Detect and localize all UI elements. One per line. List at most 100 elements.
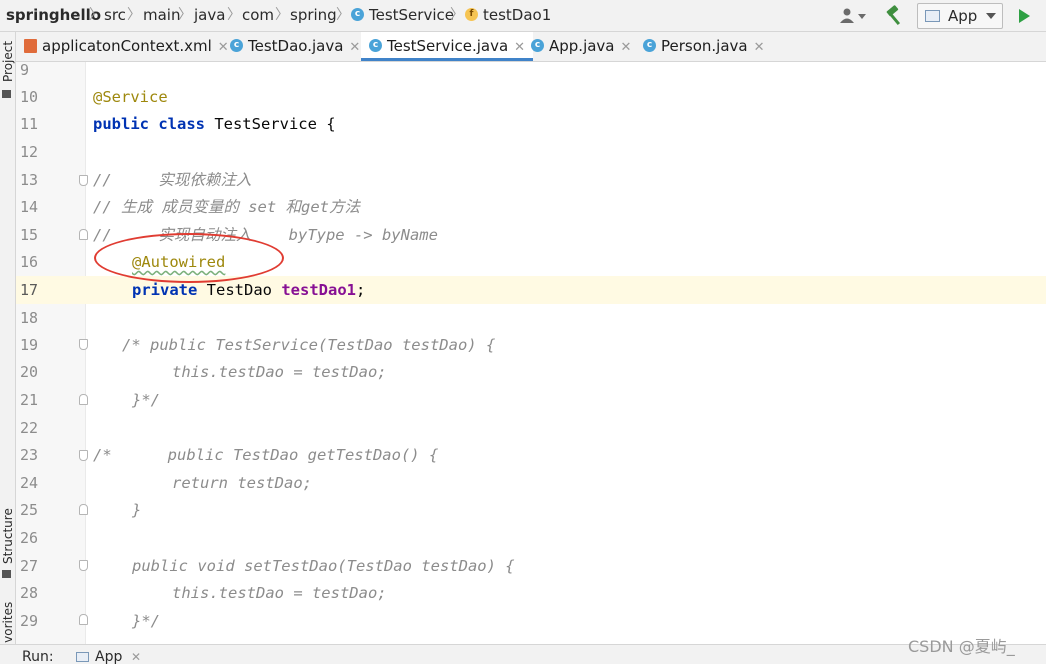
tab-label: TestService.java xyxy=(387,37,509,55)
breadcrumb-project[interactable]: springhello xyxy=(6,0,101,31)
structure-tool-button[interactable]: Structure xyxy=(1,508,15,564)
xml-file-icon xyxy=(24,38,37,53)
code-text: ; xyxy=(355,281,366,299)
close-icon[interactable]: ✕ xyxy=(754,40,765,55)
code-line-14: // 生成 成员变量的 set 和get方法 xyxy=(93,198,360,216)
line-number: 20 xyxy=(20,363,39,381)
breadcrumb-spring[interactable]: spring xyxy=(290,0,337,31)
code-line-19: /* public TestService(TestDao testDao) { xyxy=(122,336,496,354)
build-button[interactable] xyxy=(884,5,906,27)
breadcrumb-field-label: testDao1 xyxy=(483,6,552,24)
editor-tab-bar: applicatonContext.xml ✕ c TestDao.java ✕ cT… xyxy=(16,32,1046,62)
breadcrumb-com[interactable]: com xyxy=(242,0,274,31)
run-label: Run: xyxy=(22,649,54,665)
line-number: 13 xyxy=(20,171,39,189)
tab-label: TestDao.java xyxy=(248,37,344,55)
tab-label: applicatonContext.xml xyxy=(42,37,212,55)
fold-marker-icon[interactable] xyxy=(79,560,88,571)
tab-testdao-java[interactable]: c TestDao.java ✕ xyxy=(230,32,360,61)
keyword: private xyxy=(132,281,198,299)
code-line-28: this.testDao = testDao; xyxy=(172,584,387,602)
breadcrumb-separator: 〉 xyxy=(89,7,103,23)
code-line-29: }*/ xyxy=(132,612,160,630)
fold-marker-icon[interactable] xyxy=(79,450,88,461)
breadcrumb-separator: 〉 xyxy=(275,7,289,23)
fold-marker-icon[interactable] xyxy=(79,394,88,405)
close-icon[interactable]: ✕ xyxy=(514,40,525,55)
fold-marker-icon[interactable] xyxy=(79,339,88,350)
line-number: 18 xyxy=(20,309,39,327)
line-number: 27 xyxy=(20,557,39,575)
code-line-21: }*/ xyxy=(132,391,160,409)
code-line-23: /* public TestDao getTestDao() { xyxy=(93,446,439,464)
line-number: 28 xyxy=(20,584,39,602)
line-number: 10 xyxy=(20,88,39,106)
line-number: 19 xyxy=(20,336,39,354)
code-line-27: public void setTestDao(TestDao testDao) … xyxy=(132,557,515,575)
fold-marker-icon[interactable] xyxy=(79,229,88,240)
breadcrumb-src[interactable]: src xyxy=(104,0,126,31)
code-line-11: public class TestService { xyxy=(93,110,336,138)
line-number: 26 xyxy=(20,529,39,547)
fold-marker-icon[interactable] xyxy=(79,614,88,625)
close-icon[interactable]: ✕ xyxy=(621,40,632,55)
code-text: TestService { xyxy=(204,115,336,133)
line-number: 9 xyxy=(20,61,30,79)
field-icon: f xyxy=(465,8,478,21)
user-menu-button[interactable] xyxy=(838,6,868,26)
class-icon: c xyxy=(351,8,364,21)
tab-label: Person.java xyxy=(661,37,748,55)
tab-label: App.java xyxy=(549,37,615,55)
project-tool-button[interactable]: Project xyxy=(1,41,15,82)
application-icon xyxy=(76,652,89,662)
class-icon: c xyxy=(369,39,382,52)
breadcrumb-separator: 〉 xyxy=(336,7,350,23)
line-number: 16 xyxy=(20,253,39,271)
line-number: 21 xyxy=(20,391,39,409)
line-number: 22 xyxy=(20,419,39,437)
fold-marker-icon[interactable] xyxy=(79,504,88,515)
chevron-down-icon xyxy=(986,13,996,19)
field-name: testDao1 xyxy=(281,281,356,299)
tab-person-java[interactable]: c Person.java ✕ xyxy=(643,32,765,61)
line-number: 14 xyxy=(20,198,39,216)
breadcrumb-class-label: TestService xyxy=(369,6,454,24)
user-icon xyxy=(840,8,866,23)
highlight-circle xyxy=(94,233,284,283)
watermark: CSDN @夏屿_ xyxy=(908,637,1015,656)
class-icon: c xyxy=(230,39,243,52)
breadcrumb-main[interactable]: main xyxy=(143,0,180,31)
keyword: public class xyxy=(93,115,205,133)
line-number: 29 xyxy=(20,612,39,630)
line-number: 23 xyxy=(20,446,39,464)
line-number: 11 xyxy=(20,115,39,133)
code-line-10: @Service xyxy=(93,88,168,106)
close-icon[interactable]: ✕ xyxy=(131,650,141,664)
breadcrumb-java[interactable]: java xyxy=(194,0,225,31)
class-icon: c xyxy=(643,39,656,52)
tab-testservice-java[interactable]: c TestService.java ✕ xyxy=(361,32,534,61)
line-number: 12 xyxy=(20,143,39,161)
class-run-icon: c xyxy=(531,39,544,52)
breadcrumb-separator: 〉 xyxy=(127,7,141,23)
structure-icon xyxy=(2,570,11,578)
line-number: 15 xyxy=(20,226,39,244)
breadcrumb-separator: 〉 xyxy=(450,7,464,23)
application-icon xyxy=(925,10,940,22)
fold-marker-icon[interactable] xyxy=(79,175,88,186)
close-icon[interactable]: ✕ xyxy=(218,40,229,55)
breadcrumb-separator: 〉 xyxy=(227,7,241,23)
line-number: 25 xyxy=(20,501,39,519)
breadcrumb-field[interactable]: f testDao1 xyxy=(465,0,551,31)
run-tab-app[interactable]: App xyxy=(95,649,122,665)
navigation-bar: springhello 〉 src 〉 main 〉 java 〉 com 〉 … xyxy=(0,0,1046,32)
bottom-run-bar: Run: App ✕ xyxy=(0,644,1046,665)
folder-icon xyxy=(2,90,11,98)
breadcrumb-separator: 〉 xyxy=(178,7,192,23)
run-icon[interactable] xyxy=(1019,9,1030,23)
close-icon[interactable]: ✕ xyxy=(349,40,360,55)
run-configuration-label: App xyxy=(948,7,978,25)
breadcrumb-class[interactable]: c TestService xyxy=(351,0,454,31)
run-configuration-selector[interactable]: App xyxy=(917,3,1003,29)
tab-app-java[interactable]: c App.java ✕ xyxy=(531,32,631,61)
